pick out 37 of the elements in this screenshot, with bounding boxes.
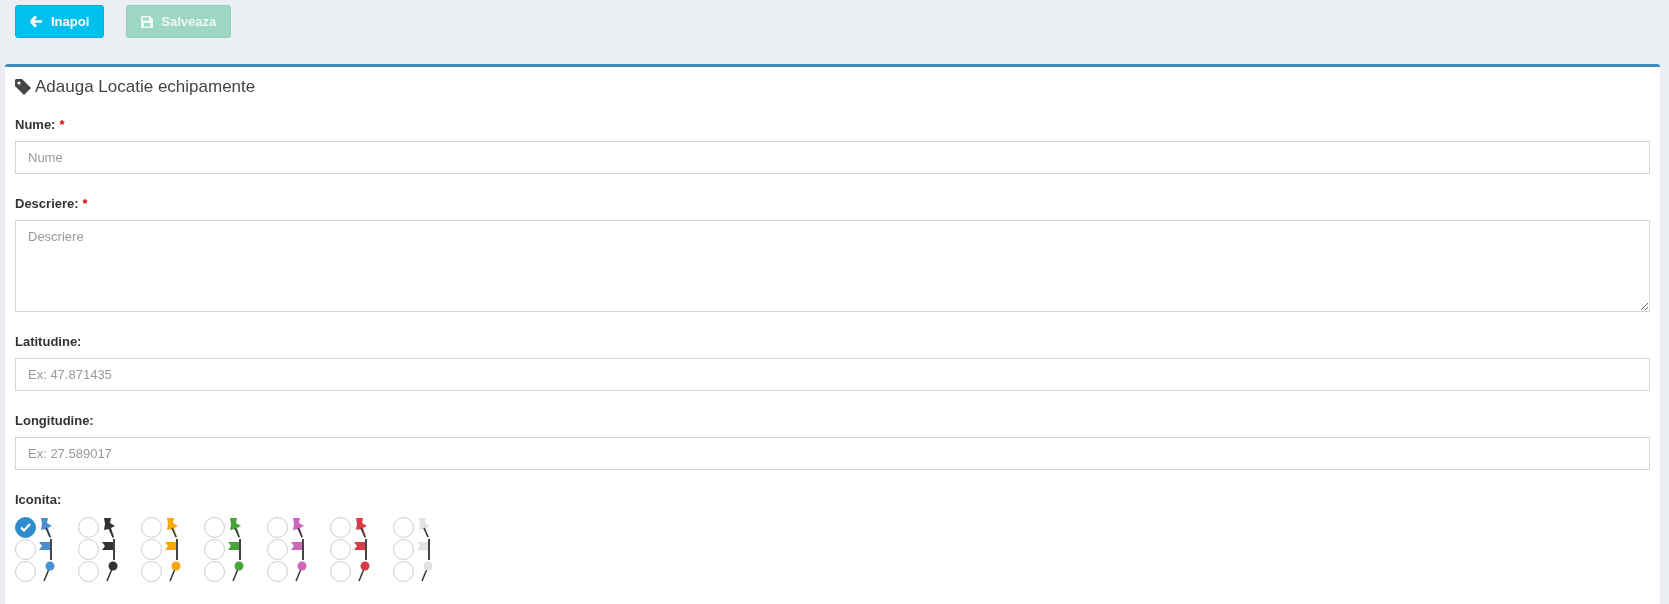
required-mark: * (82, 196, 88, 211)
field-label: Iconita: (15, 492, 62, 507)
radio-button[interactable] (15, 560, 36, 582)
radio-button[interactable] (204, 560, 225, 582)
required-mark: * (59, 117, 65, 132)
radio-button[interactable] (141, 516, 162, 538)
radio-button[interactable] (330, 560, 351, 582)
field-label: Descriere: (15, 196, 79, 211)
back-button[interactable]: Inapoi (15, 5, 105, 38)
radio-button[interactable] (330, 538, 351, 560)
radio-button[interactable] (78, 538, 99, 560)
radio-button[interactable] (141, 560, 162, 582)
radio-button[interactable] (15, 538, 36, 560)
radio-button[interactable] (78, 516, 99, 538)
input-field[interactable]: Ex: 27.589017 (15, 437, 1650, 470)
card-title: Adauga Locatie echipamente (35, 77, 256, 97)
radio-button[interactable] (204, 538, 225, 560)
arrow-left-icon (30, 15, 43, 28)
radio-button[interactable] (330, 516, 351, 538)
radio-button[interactable] (267, 516, 288, 538)
field-label: Longitudine: (15, 413, 94, 428)
radio-button[interactable] (204, 516, 225, 538)
description-field[interactable]: Descriere (15, 220, 1650, 312)
radio-button[interactable] (78, 560, 99, 582)
radio-button[interactable] (267, 538, 288, 560)
input-field[interactable]: Nume (15, 141, 1650, 174)
radio-button[interactable] (15, 516, 36, 538)
radio-button[interactable] (393, 560, 414, 582)
radio-button[interactable] (393, 516, 414, 538)
field-label: Nume: (15, 117, 56, 132)
radio-button[interactable] (141, 538, 162, 560)
radio-button[interactable] (393, 538, 414, 560)
input-field[interactable]: Ex: 47.871435 (15, 358, 1650, 391)
field-label: Latitudine: (15, 334, 82, 349)
radio-button[interactable] (267, 560, 288, 582)
check-icon (20, 522, 31, 532)
tag-icon (15, 79, 31, 95)
